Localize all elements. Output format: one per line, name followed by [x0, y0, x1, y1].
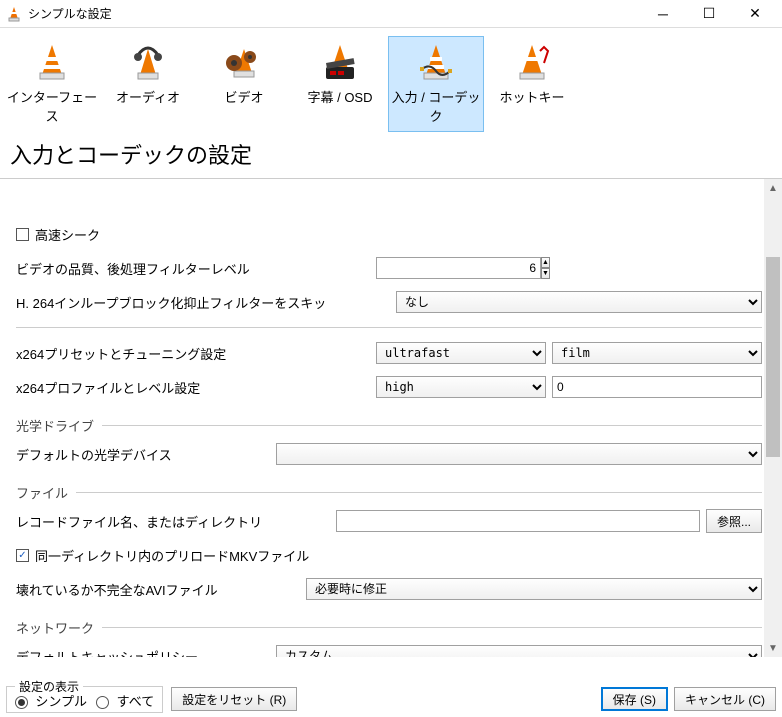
cancel-button[interactable]: キャンセル (C) [674, 687, 776, 711]
tab-subtitles[interactable]: 字幕 / OSD [292, 36, 388, 132]
tab-audio[interactable]: オーディオ [100, 36, 196, 132]
scroll-down-icon[interactable]: ▼ [764, 639, 782, 657]
default-optical-select[interactable] [276, 443, 762, 465]
maximize-button[interactable]: ☐ [686, 0, 732, 28]
simple-radio[interactable] [15, 696, 28, 709]
fast-seek-row: 高速シーク [16, 219, 762, 249]
all-radio[interactable] [96, 696, 109, 709]
bottom-bar: 設定の表示 シンプル すべて 設定をリセット (R) 保存 (S) キャンセル … [0, 665, 782, 717]
tab-input-codecs[interactable]: 入力 / コーデック [388, 36, 484, 132]
headphones-cone-icon [101, 41, 195, 85]
preload-mkv-checkbox[interactable]: ✓ [16, 549, 29, 562]
browse-button[interactable]: 参照... [706, 509, 762, 533]
broken-avi-label: 壊れているか不完全なAVIファイル [16, 580, 306, 599]
tab-interface[interactable]: インターフェース [4, 36, 100, 132]
record-path-label: レコードファイル名、またはディレクトリ [16, 512, 336, 531]
save-button[interactable]: 保存 (S) [601, 687, 668, 711]
optical-group-label: 光学ドライブ [16, 416, 102, 435]
titlebar: シンプルな設定 ─ ☐ ✕ [0, 0, 782, 28]
truncated-label: . [16, 193, 376, 208]
window-title: シンプルな設定 [24, 5, 640, 22]
files-group-label: ファイル [16, 483, 76, 502]
vertical-scrollbar[interactable]: ▲ ▼ [764, 179, 782, 657]
app-icon [4, 4, 24, 24]
spin-down-icon[interactable]: ▼ [541, 268, 550, 279]
film-cone-icon [197, 41, 291, 85]
x264-preset-select[interactable]: ultrafast [376, 342, 546, 364]
scroll-up-icon[interactable]: ▲ [764, 179, 782, 197]
show-settings-fieldset: 設定の表示 シンプル すべて [6, 686, 163, 713]
scroll-area: . 高速シーク ビデオの品質、後処理フィルターレベル ▲▼ H. 264インルー… [0, 179, 782, 657]
simple-radio-label: シンプル [35, 694, 87, 709]
broken-avi-select[interactable]: 必要時に修正 [306, 578, 762, 600]
fast-seek-label: 高速シーク [35, 225, 100, 244]
category-toolbar: インターフェース オーディオ ビデオ 字幕 / OSD 入力 / コーデック ホ… [0, 28, 782, 132]
post-process-label: ビデオの品質、後処理フィルターレベル [16, 259, 376, 278]
spin-up-icon[interactable]: ▲ [541, 257, 550, 268]
minimize-button[interactable]: ─ [640, 0, 686, 28]
post-process-spinbox[interactable]: ▲▼ [376, 257, 456, 279]
h264-skip-label: H. 264インループブロック化抑止フィルターをスキッ [16, 293, 396, 312]
record-path-input[interactable] [336, 510, 700, 532]
hotkey-cone-icon [485, 41, 579, 85]
network-group-label: ネットワーク [16, 618, 102, 637]
clapper-cone-icon [293, 41, 387, 85]
cache-policy-select[interactable]: カスタム [276, 645, 762, 657]
fast-seek-checkbox[interactable] [16, 228, 29, 241]
x264-tune-select[interactable]: film [552, 342, 762, 364]
default-optical-label: デフォルトの光学デバイス [16, 445, 276, 464]
cable-cone-icon [389, 41, 483, 85]
settings-content: . 高速シーク ビデオの品質、後処理フィルターレベル ▲▼ H. 264インルー… [0, 179, 782, 657]
close-button[interactable]: ✕ [732, 0, 778, 28]
h264-skip-select[interactable]: なし [396, 291, 762, 313]
all-radio-label: すべて [117, 694, 155, 709]
preload-mkv-label: 同一ディレクトリ内のプリロードMKVファイル [35, 546, 309, 565]
x264-profile-select[interactable]: high [376, 376, 546, 398]
reset-button[interactable]: 設定をリセット (R) [171, 687, 297, 711]
tab-hotkeys[interactable]: ホットキー [484, 36, 580, 132]
x264-preset-label: x264プリセットとチューニング設定 [16, 344, 376, 363]
cone-icon [5, 41, 99, 85]
cache-policy-label: デフォルトキャッシュポリシー [16, 647, 276, 658]
page-title: 入力とコーデックの設定 [0, 132, 782, 179]
x264-level-input[interactable] [552, 376, 762, 398]
post-process-input[interactable] [376, 257, 541, 279]
scrollbar-thumb[interactable] [766, 257, 780, 457]
show-settings-legend: 設定の表示 [15, 678, 83, 695]
x264-profile-label: x264プロファイルとレベル設定 [16, 378, 376, 397]
tab-video[interactable]: ビデオ [196, 36, 292, 132]
